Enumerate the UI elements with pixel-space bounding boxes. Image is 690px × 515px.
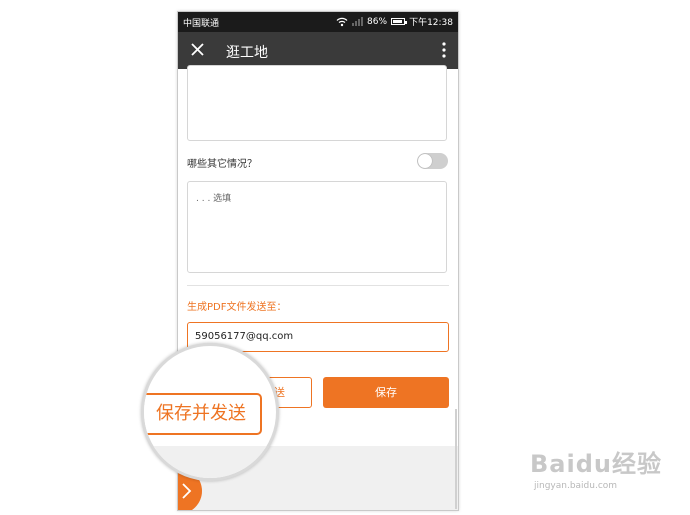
watermark-url: jingyan.baidu.com bbox=[534, 481, 618, 491]
more-vert-icon[interactable] bbox=[442, 42, 446, 58]
save-button-label: 保存 bbox=[375, 386, 397, 399]
close-icon[interactable] bbox=[188, 40, 208, 60]
zoom-content: 保存并发送 bbox=[144, 346, 276, 478]
zoomed-background bbox=[144, 446, 276, 478]
signal-icon bbox=[352, 17, 364, 26]
textarea-placeholder: . . . 选填 bbox=[196, 194, 232, 204]
carrier-label: 中国联通 bbox=[183, 19, 220, 29]
zoom-callout: 保存并发送 bbox=[141, 343, 279, 481]
other-situations-textarea[interactable]: . . . 选填 bbox=[187, 181, 447, 273]
scrollbar[interactable] bbox=[455, 409, 457, 509]
clock: 下午12:38 bbox=[409, 18, 453, 28]
email-value: 59056177@qq.com bbox=[195, 331, 294, 342]
page-title: 逛工地 bbox=[226, 45, 268, 61]
wifi-icon bbox=[336, 17, 348, 27]
app-bar: 逛工地 bbox=[178, 32, 458, 69]
status-bar: 中国联通 86% 下午12:38 bbox=[178, 12, 458, 32]
chevron-right-icon bbox=[180, 482, 192, 500]
battery-percent: 86% bbox=[367, 16, 388, 27]
save-button[interactable]: 保存 bbox=[323, 377, 449, 408]
zoomed-save-and-send-button: 保存并发送 bbox=[144, 393, 262, 435]
status-indicators: 86% 下午12:38 bbox=[336, 15, 453, 28]
toggle-knob bbox=[418, 154, 432, 168]
divider bbox=[187, 285, 449, 286]
zoomed-button-label: 保存并发送 bbox=[156, 403, 246, 424]
watermark-logo: Baidu经验 bbox=[530, 450, 662, 478]
other-situations-toggle[interactable] bbox=[417, 153, 448, 169]
pdf-send-label: 生成PDF文件发送至： bbox=[187, 302, 287, 313]
baidu-watermark: Baidu经验 jingyan.baidu.com bbox=[530, 444, 662, 491]
previous-textarea[interactable] bbox=[187, 65, 447, 141]
battery-icon bbox=[391, 18, 408, 25]
other-situations-label: 哪些其它情况？ bbox=[187, 159, 257, 170]
